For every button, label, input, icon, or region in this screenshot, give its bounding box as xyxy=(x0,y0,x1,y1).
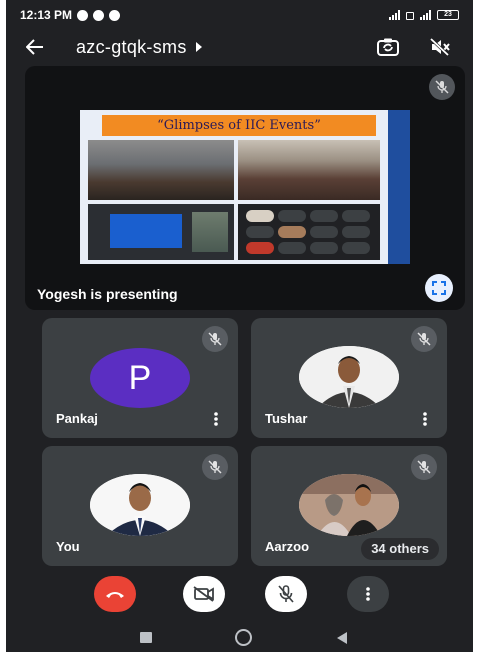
presenter-label: Yogesh is presenting xyxy=(37,286,178,302)
muted-badge xyxy=(411,326,437,352)
signal-2-icon xyxy=(420,10,431,20)
top-bar: azc-gtqk-sms xyxy=(6,30,473,64)
end-call-button[interactable] xyxy=(94,576,136,612)
avatar xyxy=(90,474,190,536)
signal-icon xyxy=(389,10,400,20)
participant-name: Tushar xyxy=(265,411,308,426)
participant-name: Pankaj xyxy=(56,411,98,426)
call-controls xyxy=(6,576,473,612)
presentation-tile[interactable]: “Glimpses of IIC Events” Yogesh is prese… xyxy=(25,66,465,310)
participant-tile-aarzoo[interactable]: Aarzoo 34 others xyxy=(251,446,447,566)
switch-camera-icon xyxy=(377,38,399,56)
more-vert-icon[interactable] xyxy=(214,412,218,426)
switch-camera-button[interactable] xyxy=(373,32,403,62)
more-vert-icon[interactable] xyxy=(423,412,427,426)
mic-off-icon xyxy=(417,460,431,474)
chrome-notification-icon xyxy=(77,9,89,21)
participant-name: You xyxy=(56,539,80,554)
recents-icon[interactable] xyxy=(140,632,152,643)
message-notification-icon xyxy=(109,9,121,21)
fullscreen-button[interactable] xyxy=(425,274,453,302)
muted-badge xyxy=(411,454,437,480)
fullscreen-icon xyxy=(432,281,446,295)
call-end-icon xyxy=(106,592,124,598)
participant-name: Aarzoo xyxy=(265,539,310,554)
event-photo-1 xyxy=(88,140,234,200)
camera-off-icon xyxy=(193,586,214,602)
mic-off-icon xyxy=(417,332,431,346)
more-vert-icon xyxy=(366,587,370,601)
avatar xyxy=(299,474,399,536)
presentation-muted-badge xyxy=(429,74,455,100)
shared-slide: “Glimpses of IIC Events” xyxy=(80,110,410,264)
system-nav-bar xyxy=(6,626,473,652)
participant-tile-you[interactable]: You xyxy=(42,446,238,566)
muted-badge xyxy=(202,326,228,352)
mic-off-icon xyxy=(208,460,222,474)
arrow-left-icon xyxy=(26,39,43,55)
audio-output-button[interactable] xyxy=(425,32,455,62)
back-button[interactable] xyxy=(20,32,50,62)
camera-toggle-button[interactable] xyxy=(183,576,225,612)
others-count-chip[interactable]: 34 others xyxy=(361,538,439,560)
participant-tile-tushar[interactable]: Tushar xyxy=(251,318,447,438)
mic-off-icon xyxy=(208,332,222,346)
phone-notification-icon xyxy=(93,9,105,21)
status-bar: 12:13 PM 23 xyxy=(6,0,473,30)
participant-tile-pankaj[interactable]: P Pankaj xyxy=(42,318,238,438)
muted-badge xyxy=(202,454,228,480)
slide-side-band xyxy=(388,110,410,264)
back-triangle-icon[interactable] xyxy=(337,632,348,644)
mic-off-icon xyxy=(435,80,449,94)
avatar xyxy=(299,346,399,408)
caret-right-icon[interactable] xyxy=(195,42,203,52)
home-icon[interactable] xyxy=(235,629,252,646)
meet-screen: 12:13 PM 23 azc-gtqk-sms “Glimpses of II… xyxy=(6,0,473,652)
battery-icon: 23 xyxy=(437,10,459,20)
status-time: 12:13 PM xyxy=(20,8,73,22)
event-screenshot-1 xyxy=(88,204,234,260)
mic-toggle-button[interactable] xyxy=(265,576,307,612)
speaker-off-icon xyxy=(430,38,450,56)
slide-title: “Glimpses of IIC Events” xyxy=(102,115,376,136)
event-screenshot-2 xyxy=(238,204,380,260)
wifi-icon xyxy=(406,10,414,20)
mic-off-icon xyxy=(278,585,294,603)
meeting-title[interactable]: azc-gtqk-sms xyxy=(76,37,187,58)
more-options-button[interactable] xyxy=(347,576,389,612)
event-photo-2 xyxy=(238,140,380,200)
avatar: P xyxy=(90,348,190,408)
